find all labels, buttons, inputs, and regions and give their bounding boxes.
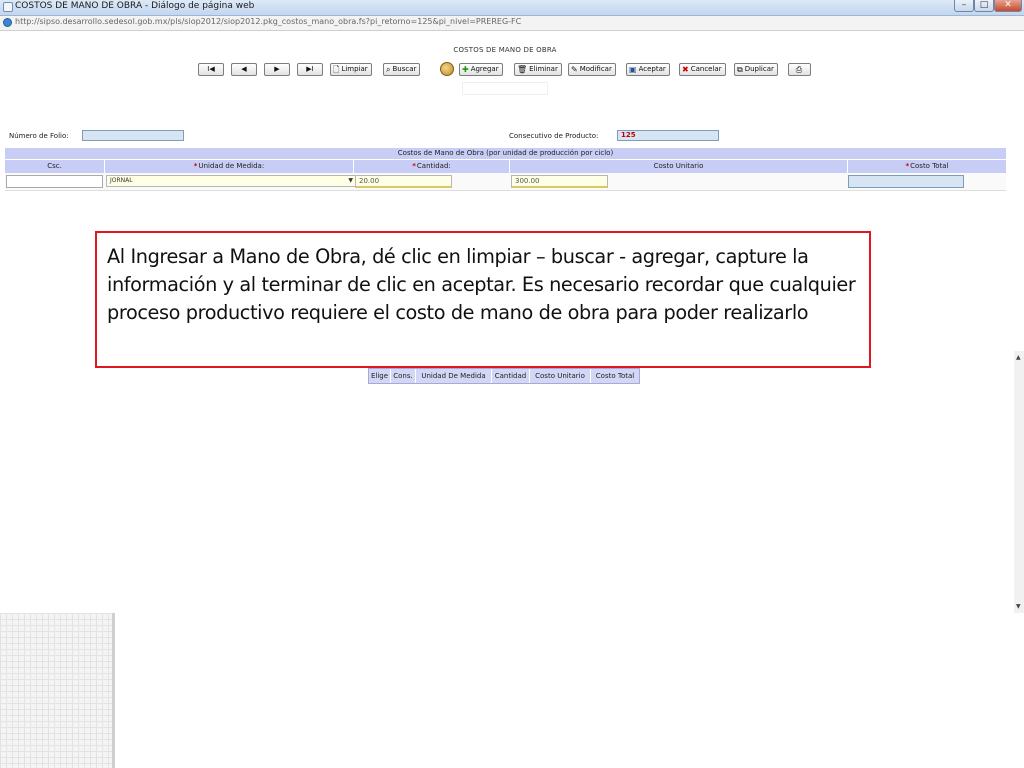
seal-icon[interactable] — [440, 62, 454, 76]
scroll-up-icon[interactable]: ▲ — [1016, 354, 1021, 361]
required-mark: * — [412, 162, 416, 170]
consecutivo-field[interactable]: 125 — [617, 130, 719, 141]
copy-icon: ⧉ — [737, 65, 743, 74]
x-icon: ✖ — [682, 65, 689, 74]
header-costo-total: *Costo Total — [848, 160, 1006, 173]
table-row: JORNAL ▼ 20.00 300.00 — [5, 173, 1006, 191]
window-title: COSTOS DE MANO DE OBRA - Diálogo de pági… — [15, 1, 255, 11]
vertical-scrollbar[interactable]: ▲ ▼ — [1014, 351, 1024, 613]
unidad-medida-select[interactable]: JORNAL ▼ — [106, 175, 356, 187]
limpiar-label: Limpiar — [341, 65, 368, 73]
window-title-bar: COSTOS DE MANO DE OBRA - Diálogo de pági… — [0, 0, 1024, 16]
mini-header-cons: Cons. — [391, 369, 416, 383]
background-pattern — [0, 613, 112, 768]
divider — [112, 613, 115, 768]
mini-header-costo-unitario: Costo Unitario — [530, 369, 591, 383]
modificar-label: Modificar — [579, 65, 612, 73]
mini-header-costo-total: Costo Total — [595, 372, 635, 380]
required-mark: * — [193, 162, 198, 170]
duplicar-label: Duplicar — [744, 65, 774, 73]
print-button[interactable]: ⎙ — [788, 63, 811, 76]
save-icon: ▣ — [629, 65, 637, 74]
header-costo-total-label: Costo Total — [910, 162, 949, 170]
plus-icon: ✚ — [462, 65, 469, 74]
instruction-callout: Al Ingresar a Mano de Obra, dé clic en l… — [95, 231, 871, 368]
prev-record-button[interactable]: ◀ — [231, 63, 257, 76]
duplicar-button[interactable]: ⧉ Duplicar — [734, 63, 778, 76]
aceptar-label: Aceptar — [638, 65, 666, 73]
eliminar-label: Eliminar — [529, 65, 558, 73]
folio-field[interactable] — [82, 130, 184, 141]
buscar-label: Buscar — [392, 65, 417, 73]
minimize-button[interactable]: – — [954, 0, 974, 12]
agregar-button[interactable]: ✚ Agregar — [459, 63, 503, 76]
next-record-button[interactable]: ▶ — [264, 63, 290, 76]
close-button[interactable]: ✕ — [994, 0, 1022, 12]
header-cantidad: *Cantidad: — [354, 160, 510, 173]
page-title: COSTOS DE MANO DE OBRA — [453, 46, 557, 54]
mini-header-unidad: Unidad De Medida — [416, 369, 492, 383]
header-csc: Csc. — [5, 160, 105, 173]
last-record-button[interactable]: ▶I — [297, 63, 323, 76]
document-icon: 🗋 — [333, 65, 340, 74]
cancelar-label: Cancelar — [690, 65, 722, 73]
cantidad-input[interactable]: 20.00 — [355, 175, 452, 188]
folio-label: Número de Folio: — [9, 132, 69, 140]
printer-icon: ⎙ — [795, 65, 803, 74]
unidad-medida-value: JORNAL — [110, 177, 133, 184]
magnifier-icon: ⌕ — [386, 65, 391, 74]
header-costo-unitario: Costo Unitario — [510, 160, 848, 173]
edit-icon: ✎ — [571, 65, 578, 74]
first-record-button[interactable]: I◀ — [198, 63, 224, 76]
consecutivo-label: Consecutivo de Producto: — [509, 132, 599, 140]
grid-caption: Costos de Mano de Obra (por unidad de pr… — [5, 148, 1006, 159]
eliminar-button[interactable]: 🗑 Eliminar — [514, 63, 562, 76]
browser-icon — [3, 18, 12, 27]
header-cantidad-label: Cantidad: — [416, 162, 451, 170]
mini-header-cantidad: Cantidad — [492, 369, 530, 383]
grid-header-row: Csc. *Unidad de Medida: *Cantidad: Costo… — [5, 159, 1006, 173]
maximize-button[interactable]: □ — [974, 0, 994, 12]
required-mark: * — [905, 162, 910, 170]
cancelar-button[interactable]: ✖ Cancelar — [679, 63, 726, 76]
dropdown-arrow-icon: ▼ — [348, 177, 353, 184]
aceptar-button[interactable]: ▣ Aceptar — [626, 63, 670, 76]
csc-input[interactable] — [6, 175, 103, 188]
mini-header-elige: Elige — [369, 369, 391, 383]
status-box — [462, 82, 548, 95]
dialog-icon — [3, 2, 13, 12]
address-bar: http://sipso.desarrollo.sedesol.gob.mx/p… — [0, 16, 1024, 31]
limpiar-button[interactable]: 🗋 Limpiar — [330, 63, 372, 76]
header-unidad: *Unidad de Medida: — [105, 160, 354, 173]
url-text: http://sipso.desarrollo.sedesol.gob.mx/p… — [15, 17, 522, 26]
agregar-label: Agregar — [470, 65, 499, 73]
scroll-down-icon[interactable]: ▼ — [1016, 603, 1021, 610]
trash-icon: 🗑 — [517, 65, 528, 74]
costo-unitario-input[interactable]: 300.00 — [511, 175, 608, 188]
results-table-header: Elige Cons. Unidad De Medida Cantidad Co… — [368, 368, 640, 384]
buscar-button[interactable]: ⌕ Buscar — [383, 63, 421, 76]
header-unidad-label: Unidad de Medida: — [198, 162, 265, 170]
modificar-button[interactable]: ✎ Modificar — [568, 63, 616, 76]
costo-total-input[interactable] — [848, 175, 964, 188]
